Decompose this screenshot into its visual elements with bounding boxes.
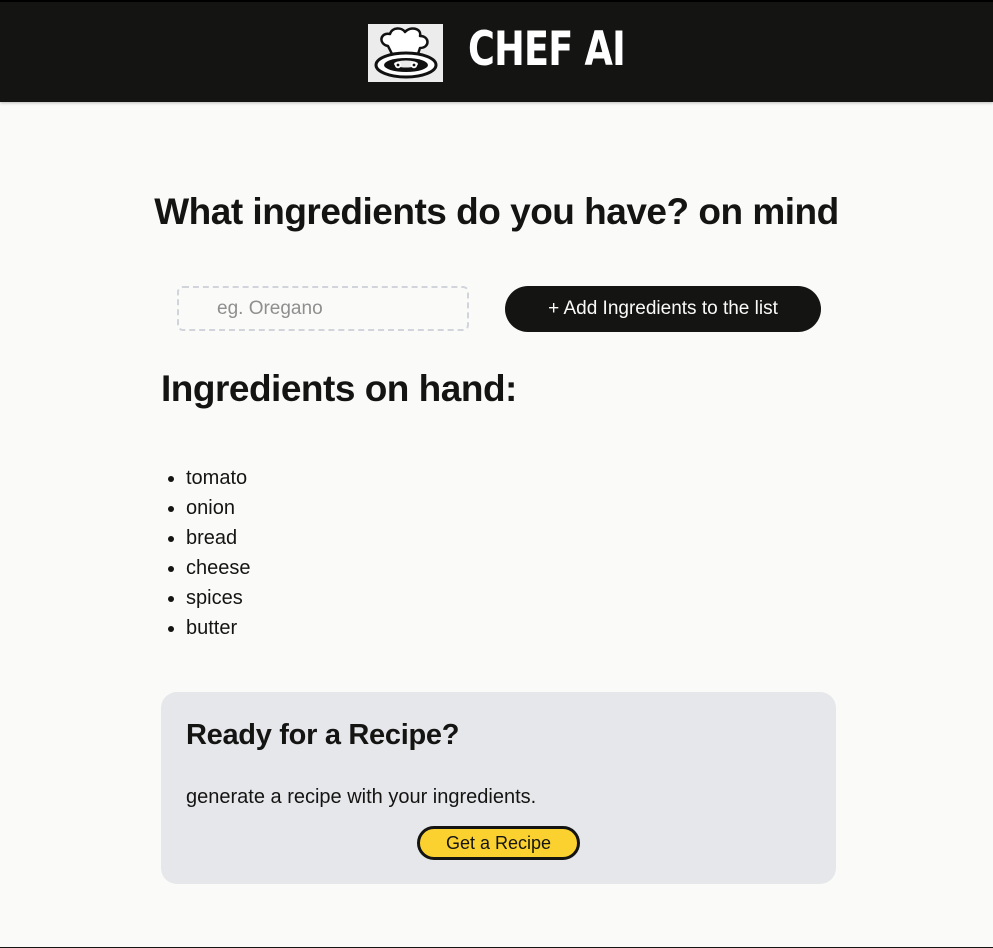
recipe-card-text: generate a recipe with your ingredients. [186, 786, 537, 808]
recipe-card: Ready for a Recipe? generate a recipe wi… [161, 692, 836, 884]
ingredient-item: bread [186, 523, 251, 553]
app-header: CHEF AI [0, 0, 993, 102]
brand-title: CHEF AI [468, 22, 626, 77]
ingredient-item: cheese [186, 553, 251, 583]
add-ingredient-button[interactable]: + Add Ingredients to the list [505, 286, 821, 332]
get-recipe-button[interactable]: Get a Recipe [417, 826, 580, 860]
page: CHEF AI What ingredients do you have? on… [0, 0, 993, 948]
ingredient-item: butter [186, 613, 251, 643]
ingredient-item: spices [186, 583, 251, 613]
recipe-card-title: Ready for a Recipe? [186, 719, 460, 751]
ingredient-item: onion [186, 493, 251, 523]
ingredient-list: tomato onion bread cheese spices butter [186, 463, 251, 643]
ingredients-heading: Ingredients on hand: [161, 368, 517, 409]
page-question: What ingredients do you have? on mind [154, 191, 839, 232]
ingredient-input[interactable] [177, 286, 469, 331]
ingredient-item: tomato [186, 463, 251, 493]
chef-hat-icon [368, 24, 443, 82]
